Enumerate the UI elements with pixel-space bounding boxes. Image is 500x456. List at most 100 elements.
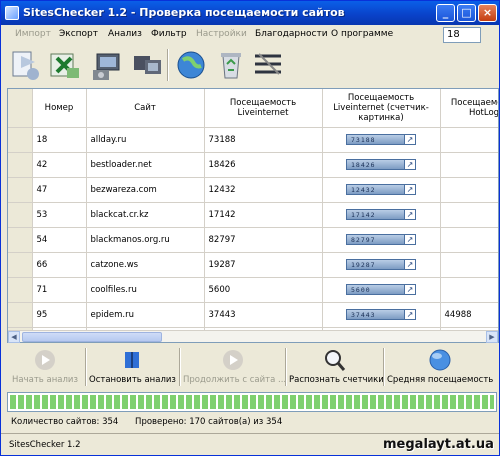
liveinternet-counter-image: 5600 ↗: [346, 284, 416, 295]
cell-number: 47: [32, 177, 87, 203]
continue-label: Продолжить с сайта ...: [183, 375, 287, 385]
cell-liveinternet-badge: 82797 ↗: [322, 227, 441, 253]
cell-liveinternet-badge: 18426 ↗: [322, 152, 441, 178]
cell-liveinternet: 73188: [204, 127, 323, 153]
arrow-icon: ↗: [404, 160, 415, 169]
cell-hotlog: [440, 152, 498, 178]
cell-liveinternet-badge: 17142 ↗: [322, 202, 441, 228]
table-row[interactable]: 95 epidem.ru 37443 37443 ↗ 44988: [8, 302, 498, 328]
cell-number: 53: [32, 202, 87, 228]
counter-value: 82797: [351, 236, 376, 244]
column-header-number[interactable]: Номер: [32, 89, 87, 128]
table-row[interactable]: 47 bezwareza.com 12432 12432 ↗: [8, 177, 498, 203]
import-list-icon[interactable]: [7, 46, 43, 84]
cell-hotlog: [440, 252, 498, 278]
arrow-icon: ↗: [404, 135, 415, 144]
cell-liveinternet: 19287: [204, 252, 323, 278]
scroll-thumb[interactable]: [22, 332, 162, 342]
progress-fill: [10, 395, 494, 409]
row-indicator[interactable]: [8, 127, 33, 153]
cell-hotlog: [440, 277, 498, 303]
cell-liveinternet-badge: 73188 ↗: [322, 127, 441, 153]
filter-tools-icon[interactable]: [251, 46, 287, 84]
menu-filter[interactable]: Фильтр: [151, 29, 187, 39]
action-separator: [383, 348, 385, 386]
arrow-icon: ↗: [404, 210, 415, 219]
row-indicator[interactable]: [8, 152, 33, 178]
cell-site: blackmanos.org.ru: [86, 227, 205, 253]
arrow-icon: ↗: [404, 260, 415, 269]
table-row[interactable]: 18 allday.ru 73188 73188 ↗: [8, 127, 498, 153]
table-row[interactable]: 66 catzone.ws 19287 19287 ↗: [8, 252, 498, 278]
scroll-right-icon[interactable]: ▶: [486, 331, 498, 343]
continue-from-site-button[interactable]: Продолжить с сайта ...: [183, 346, 287, 388]
table-row[interactable]: 53 blackcat.cr.kz 17142 17142 ↗: [8, 202, 498, 228]
export-monitor-icon[interactable]: [89, 46, 125, 84]
magnifier-icon: [325, 350, 346, 371]
arrow-icon: ↗: [404, 235, 415, 244]
row-indicator[interactable]: [8, 202, 33, 228]
table-row[interactable]: 54 blackmanos.org.ru 82797 82797 ↗: [8, 227, 498, 253]
row-indicator[interactable]: [8, 277, 33, 303]
menu-about[interactable]: О программе: [331, 29, 393, 39]
counter-value: 12432: [351, 186, 376, 194]
thread-count-field[interactable]: 18: [443, 27, 481, 43]
average-label: Средняя посещаемость: [387, 375, 494, 385]
counter-value: 17142: [351, 211, 376, 219]
excel-export-icon[interactable]: [47, 46, 83, 84]
cell-site: allday.ru: [86, 127, 205, 153]
cell-liveinternet: 82797: [204, 227, 323, 253]
menu-export[interactable]: Экспорт: [59, 29, 98, 39]
app-version-label: SitesChecker 1.2: [9, 440, 81, 450]
app-window: SitesChecker 1.2 - Проверка посещаемости…: [0, 0, 500, 456]
average-traffic-button[interactable]: Средняя посещаемость: [387, 346, 493, 388]
table-row[interactable]: 71 coolfiles.ru 5600 5600 ↗: [8, 277, 498, 303]
cell-hotlog: 44988: [440, 302, 498, 328]
network-icon[interactable]: [129, 46, 165, 84]
arrow-icon: ↗: [404, 185, 415, 194]
row-indicator[interactable]: [8, 252, 33, 278]
counter-value: 73188: [351, 136, 376, 144]
row-indicator[interactable]: [8, 227, 33, 253]
minimize-button[interactable]: _: [436, 4, 455, 22]
column-header-hotlog[interactable]: Посещаемость HotLog: [440, 89, 498, 128]
title-bar[interactable]: SitesChecker 1.2 - Проверка посещаемости…: [1, 1, 499, 25]
column-header-site[interactable]: Сайт: [86, 89, 205, 128]
window-title: SitesChecker 1.2 - Проверка посещаемости…: [23, 6, 345, 19]
arrow-icon: ↗: [404, 285, 415, 294]
globe-icon[interactable]: [173, 46, 209, 84]
cell-number: 42: [32, 152, 87, 178]
liveinternet-counter-image: 19287 ↗: [346, 259, 416, 270]
maximize-button[interactable]: □: [457, 4, 476, 22]
scroll-left-icon[interactable]: ◀: [8, 331, 20, 343]
table-row[interactable]: 42 bestloader.net 18426 18426 ↗: [8, 152, 498, 178]
column-header-liveinternet[interactable]: Посещаемость Liveinternet: [204, 89, 323, 128]
action-bar: Начать анализ Остановить анализ Продолжи…: [5, 346, 497, 390]
row-indicator[interactable]: [8, 177, 33, 203]
menu-import[interactable]: Импорт: [15, 29, 51, 39]
menu-settings[interactable]: Настройки: [196, 29, 247, 39]
menu-thanks[interactable]: Благодарности: [255, 29, 328, 39]
counter-value: 19287: [351, 261, 376, 269]
stop-analysis-button[interactable]: Остановить анализ: [89, 346, 176, 388]
close-button[interactable]: ×: [478, 4, 497, 22]
app-icon: [5, 6, 19, 20]
cell-number: 18: [32, 127, 87, 153]
cell-site: blackcat.cr.kz: [86, 202, 205, 228]
start-analysis-button[interactable]: Начать анализ: [9, 346, 81, 388]
recognize-counters-button[interactable]: Распознать счетчики: [289, 346, 384, 388]
cell-site: bestloader.net: [86, 152, 205, 178]
column-header-liveinternet-badge[interactable]: Посещаемость Liveinternet (счетчик-карти…: [322, 89, 441, 128]
cell-liveinternet: 37443: [204, 302, 323, 328]
cell-number: 54: [32, 227, 87, 253]
cell-liveinternet-badge: 12432 ↗: [322, 177, 441, 203]
action-separator: [85, 348, 87, 386]
cell-number: 71: [32, 277, 87, 303]
horizontal-scrollbar[interactable]: ◀ ▶: [8, 330, 498, 343]
play-icon: [35, 350, 55, 370]
recycle-bin-icon[interactable]: [213, 46, 249, 84]
menu-analysis[interactable]: Анализ: [108, 29, 142, 39]
status-line: Количество сайтов: 354 Проверено: 170 са…: [11, 417, 296, 427]
row-indicator[interactable]: [8, 302, 33, 328]
cell-liveinternet: 17142: [204, 202, 323, 228]
